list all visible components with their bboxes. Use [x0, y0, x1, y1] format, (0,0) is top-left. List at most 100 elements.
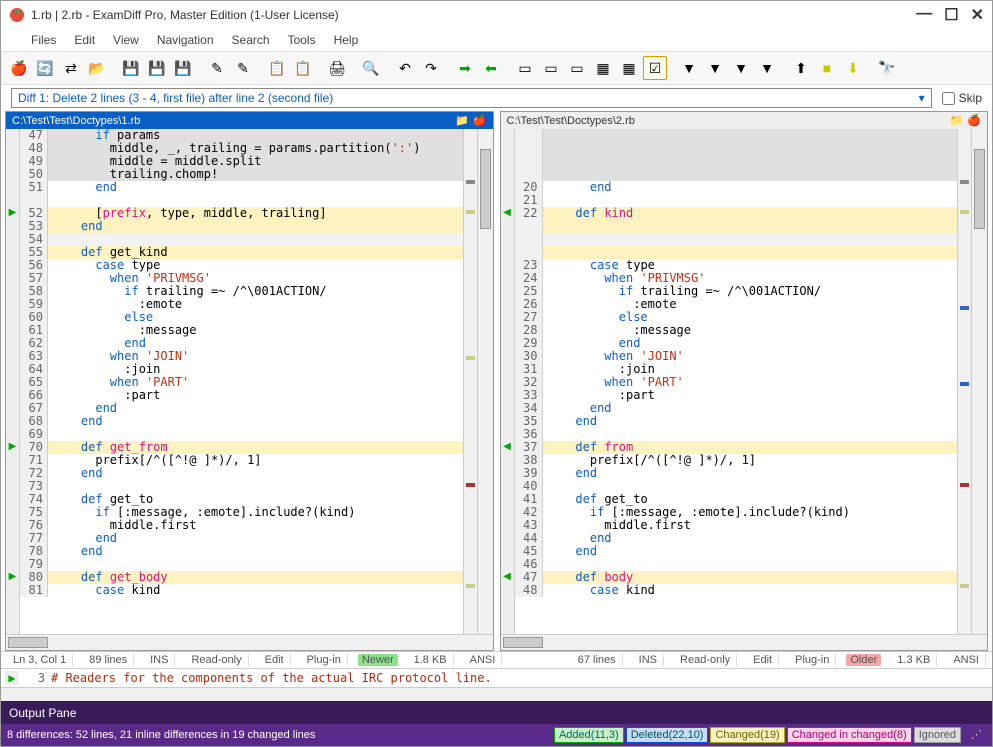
copy-left-button[interactable]: 📋: [265, 56, 289, 80]
filter2-button[interactable]: ▼: [703, 56, 727, 80]
menu-help[interactable]: Help: [334, 33, 359, 47]
view2-button[interactable]: ▭: [539, 56, 563, 80]
line-text: [prefix, type, middle, trailing]: [48, 207, 463, 220]
diff-panes: C:\Test\Test\Doctypes\1.rb 📁 🍎 ▶▶▶ 47 if…: [1, 111, 992, 651]
left-vertical-scrollbar[interactable]: [477, 129, 493, 634]
diff-marker: [501, 337, 514, 350]
filter4-button[interactable]: ▼: [755, 56, 779, 80]
folder-icon[interactable]: 📁: [455, 114, 469, 127]
legend-changed[interactable]: Changed(19): [710, 727, 784, 743]
edit1-button[interactable]: ✎: [205, 56, 229, 80]
menu-edit[interactable]: Edit: [74, 33, 95, 47]
compare-button[interactable]: 🍎: [7, 56, 31, 80]
skip-checkbox-input[interactable]: [942, 92, 955, 105]
code-line[interactable]: 78 end: [20, 545, 463, 558]
close-button[interactable]: ✕: [971, 5, 984, 25]
right-pane-body: ◀◀◀ 20 end2122 def kind23 case type24 wh…: [501, 129, 988, 634]
diff-marker: ▶: [6, 441, 19, 454]
diff-marker: [501, 493, 514, 506]
save-all-button[interactable]: 💾: [171, 56, 195, 80]
code-line[interactable]: [515, 129, 958, 142]
filter3-button[interactable]: ▼: [729, 56, 753, 80]
view1-button[interactable]: ▭: [513, 56, 537, 80]
save-red-button[interactable]: 💾: [145, 56, 169, 80]
undo-button[interactable]: ↶: [393, 56, 417, 80]
menu-tools[interactable]: Tools: [288, 33, 316, 47]
legend-deleted[interactable]: Deleted(22,10): [626, 727, 709, 743]
swap-button[interactable]: ⇄: [59, 56, 83, 80]
compare-icon[interactable]: 🍎: [473, 114, 487, 127]
maximize-button[interactable]: ☐: [944, 5, 958, 25]
menu-search[interactable]: Search: [232, 33, 270, 47]
status-plugin-r[interactable]: Plug-in: [789, 654, 836, 666]
right-vertical-scrollbar[interactable]: [971, 129, 987, 634]
prev-diff-button[interactable]: ⬅: [479, 56, 503, 80]
code-line[interactable]: 48 case kind: [515, 584, 958, 597]
right-code-area[interactable]: 20 end2122 def kind23 case type24 when '…: [515, 129, 958, 634]
diff-summary: 8 differences: 52 lines, 21 inline diffe…: [7, 729, 315, 741]
open-button[interactable]: 📂: [85, 56, 109, 80]
diff-marker: [501, 272, 514, 285]
skip-checkbox[interactable]: Skip: [942, 91, 982, 105]
code-line[interactable]: 81 case kind: [20, 584, 463, 597]
menu-files[interactable]: Files: [31, 33, 56, 47]
context-scrollbar[interactable]: [1, 687, 992, 701]
check-button[interactable]: ☑: [643, 56, 667, 80]
code-line[interactable]: 35 end: [515, 415, 958, 428]
code-line[interactable]: 53 end: [20, 220, 463, 233]
view3-button[interactable]: ▭: [565, 56, 589, 80]
code-line[interactable]: 39 end: [515, 467, 958, 480]
code-line[interactable]: [515, 220, 958, 233]
line-text: [543, 220, 958, 233]
zoom-button[interactable]: 🔍: [359, 56, 383, 80]
code-line[interactable]: 20 end: [515, 181, 958, 194]
minimize-button[interactable]: —: [916, 5, 932, 25]
context-line: ▶ 3 # Readers for the components of the …: [1, 668, 992, 687]
edit2-button[interactable]: ✎: [231, 56, 255, 80]
line-text: end: [48, 220, 463, 233]
right-horizontal-scrollbar[interactable]: [501, 634, 988, 650]
toolbar: 🍎🔄⇄📂💾💾💾✎✎📋📋🖨🔍↶↷➡⬅▭▭▭▦▦☑▼▼▼▼⬆■⬇🔭: [1, 51, 992, 85]
code-line[interactable]: 72 end: [20, 467, 463, 480]
diff-marker: [6, 259, 19, 272]
legend-changed-in-changed[interactable]: Changed in changed(8): [787, 727, 912, 743]
code-line[interactable]: [515, 155, 958, 168]
code-line[interactable]: 68 end: [20, 415, 463, 428]
code-line[interactable]: 22 def kind: [515, 207, 958, 220]
diff-marker: [501, 454, 514, 467]
redo-button[interactable]: ↷: [419, 56, 443, 80]
code-line[interactable]: 45 end: [515, 545, 958, 558]
left-overview-ruler[interactable]: [463, 129, 477, 634]
down-button[interactable]: ⬇: [841, 56, 865, 80]
status-plugin[interactable]: Plug-in: [301, 654, 348, 666]
stop-button[interactable]: ■: [815, 56, 839, 80]
right-overview-ruler[interactable]: [957, 129, 971, 634]
view4-button[interactable]: ▦: [591, 56, 615, 80]
menubar: Files Edit View Navigation Search Tools Help: [1, 29, 992, 51]
menu-view[interactable]: View: [113, 33, 139, 47]
refresh-button[interactable]: 🔄: [33, 56, 57, 80]
diff-combo[interactable]: Diff 1: Delete 2 lines (3 - 4, first fil…: [11, 88, 932, 108]
up-button[interactable]: ⬆: [789, 56, 813, 80]
binoculars-button[interactable]: 🔭: [875, 56, 899, 80]
status-edit-r[interactable]: Edit: [747, 654, 779, 666]
menu-navigation[interactable]: Navigation: [157, 33, 214, 47]
view5-button[interactable]: ▦: [617, 56, 641, 80]
code-line[interactable]: [515, 142, 958, 155]
print-button[interactable]: 🖨: [325, 56, 349, 80]
resize-grip-icon[interactable]: ⋰: [967, 727, 986, 743]
compare-icon[interactable]: 🍎: [967, 114, 981, 127]
left-horizontal-scrollbar[interactable]: [6, 634, 493, 650]
copy-right-button[interactable]: 📋: [291, 56, 315, 80]
legend-added[interactable]: Added(11,3): [554, 727, 624, 743]
next-diff-button[interactable]: ➡: [453, 56, 477, 80]
save-button[interactable]: 💾: [119, 56, 143, 80]
folder-icon[interactable]: 📁: [950, 114, 964, 127]
code-line[interactable]: 51 end: [20, 181, 463, 194]
filter1-button[interactable]: ▼: [677, 56, 701, 80]
legend-ignored[interactable]: Ignored: [914, 727, 961, 743]
left-code-area[interactable]: 47 if params48 middle, _, trailing = par…: [20, 129, 463, 634]
status-edit[interactable]: Edit: [259, 654, 291, 666]
code-line[interactable]: [515, 233, 958, 246]
output-pane-header[interactable]: Output Pane: [1, 701, 992, 724]
